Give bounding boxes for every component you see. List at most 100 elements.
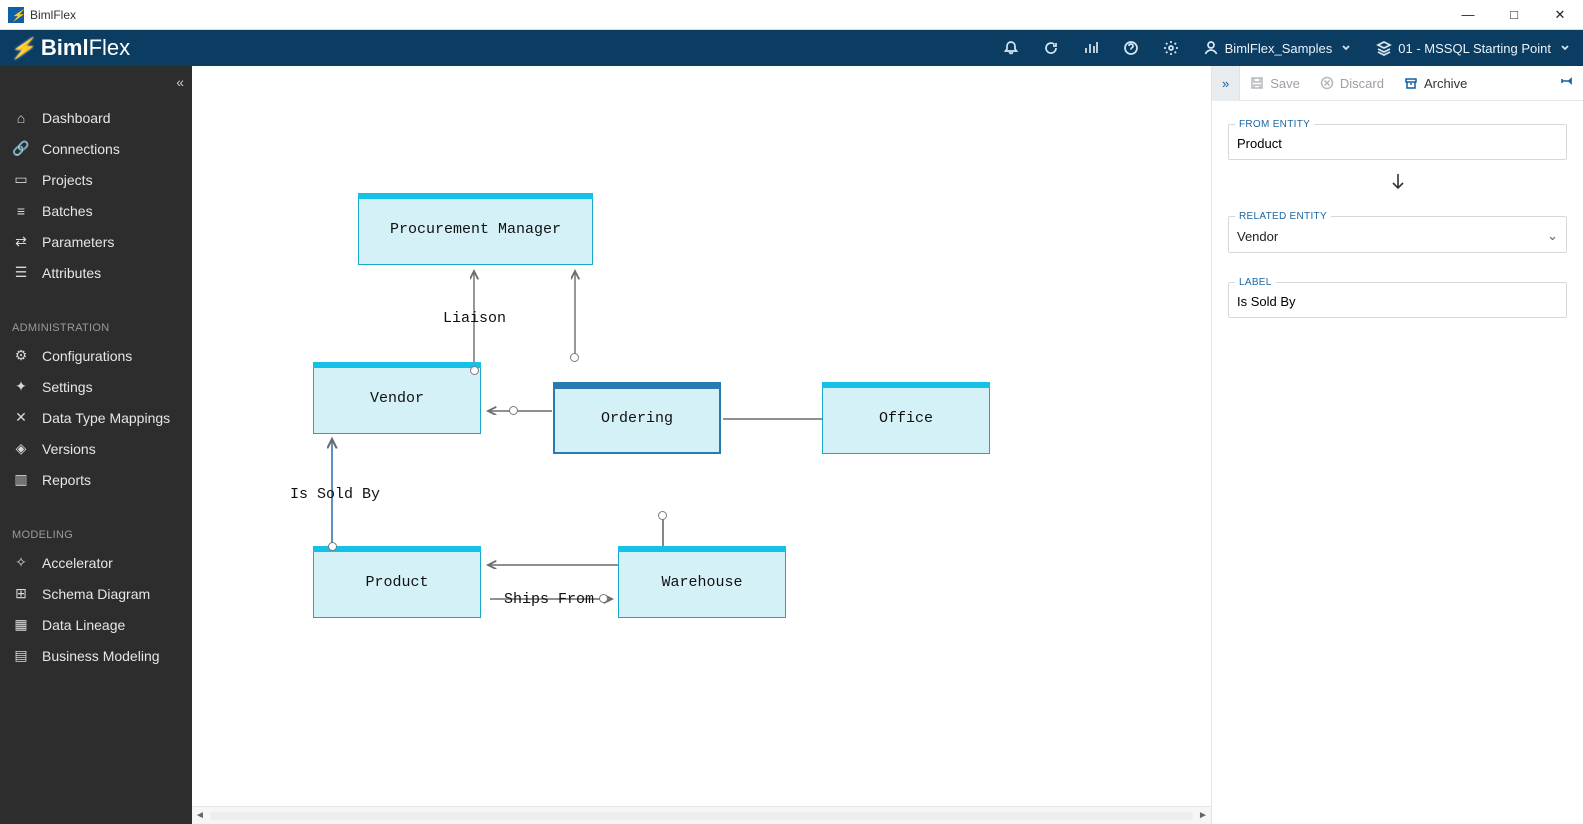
horizontal-scrollbar[interactable]: ◄ ► bbox=[192, 806, 1211, 824]
panel-expand-button[interactable]: » bbox=[1212, 66, 1240, 101]
sidebar-item-reports[interactable]: ▥ Reports bbox=[0, 464, 192, 495]
window-titlebar: ⚡ BimlFlex — □ ✕ bbox=[0, 0, 1583, 30]
chevron-down-icon: ⌄ bbox=[1547, 228, 1558, 244]
sidebar-item-projects[interactable]: ▭ Projects bbox=[0, 164, 192, 195]
connector-handle[interactable] bbox=[599, 594, 608, 603]
customer-dropdown[interactable]: BimlFlex_Samples bbox=[1191, 30, 1365, 66]
discard-button[interactable]: Discard bbox=[1310, 66, 1394, 101]
sidebar-item-label: Attributes bbox=[42, 265, 101, 281]
node-label: Vendor bbox=[370, 390, 424, 407]
minimize-button[interactable]: — bbox=[1445, 0, 1491, 30]
sidebar-item-configurations[interactable]: ⚙ Configurations bbox=[0, 340, 192, 371]
sidebar-item-connections[interactable]: 🔗Connections bbox=[0, 133, 192, 164]
sidebar-item-attributes[interactable]: ☰Attributes bbox=[0, 257, 192, 288]
from-entity-field[interactable]: FROM ENTITY bbox=[1228, 119, 1567, 160]
sidebar-item-label: Schema Diagram bbox=[42, 586, 150, 602]
settings-icon: ✦ bbox=[12, 378, 30, 395]
node-label: Office bbox=[879, 410, 933, 427]
save-icon bbox=[1250, 76, 1264, 90]
scroll-track[interactable] bbox=[210, 812, 1193, 820]
connector-handle[interactable] bbox=[658, 511, 667, 520]
node-office[interactable]: Office bbox=[822, 382, 990, 454]
user-icon bbox=[1203, 40, 1219, 56]
sidebar-item-batches[interactable]: ≡Batches bbox=[0, 195, 192, 226]
brand-text-2: Flex bbox=[89, 35, 131, 61]
pin-icon bbox=[1559, 74, 1573, 88]
archive-button[interactable]: Archive bbox=[1394, 66, 1477, 101]
close-button[interactable]: ✕ bbox=[1537, 0, 1583, 30]
edge-label-issoldby: Is Sold By bbox=[290, 486, 380, 503]
sidebar-item-label: Configurations bbox=[42, 348, 132, 364]
node-procurement-manager[interactable]: Procurement Manager bbox=[358, 193, 593, 265]
node-label: Ordering bbox=[601, 410, 673, 427]
sidebar-item-accelerator[interactable]: ✧ Accelerator bbox=[0, 547, 192, 578]
reports-icon: ▥ bbox=[12, 471, 30, 488]
home-icon: ⌂ bbox=[12, 110, 30, 126]
versions-icon: ◈ bbox=[12, 440, 30, 457]
connector-handle[interactable] bbox=[328, 542, 337, 551]
sidebar-item-label: Reports bbox=[42, 472, 91, 488]
help-icon[interactable] bbox=[1111, 30, 1151, 66]
archive-icon bbox=[1404, 76, 1418, 90]
diagram-canvas[interactable]: Procurement Manager Vendor Ordering Offi… bbox=[192, 66, 1211, 824]
scroll-left-icon[interactable]: ◄ bbox=[192, 810, 208, 821]
node-product[interactable]: Product bbox=[313, 546, 481, 618]
sidebar-item-schemadiagram[interactable]: ⊞Schema Diagram bbox=[0, 578, 192, 609]
archive-label: Archive bbox=[1424, 76, 1467, 91]
discard-icon bbox=[1320, 76, 1334, 90]
sidebar-item-label: Settings bbox=[42, 379, 93, 395]
node-label: Product bbox=[365, 574, 428, 591]
from-entity-input[interactable] bbox=[1237, 136, 1558, 151]
app-logo-icon: ⚡ bbox=[8, 7, 24, 23]
label-field[interactable]: LABEL bbox=[1228, 277, 1567, 318]
save-label: Save bbox=[1270, 76, 1300, 91]
sidebar-collapse-button[interactable]: « bbox=[176, 74, 184, 90]
related-entity-value: Vendor bbox=[1237, 229, 1278, 244]
sidebar-item-businessmodeling[interactable]: ▤Business Modeling bbox=[0, 640, 192, 671]
refresh-icon[interactable] bbox=[1031, 30, 1071, 66]
accelerator-icon: ✧ bbox=[12, 554, 30, 571]
related-entity-legend: RELATED ENTITY bbox=[1235, 211, 1331, 222]
node-warehouse[interactable]: Warehouse bbox=[618, 546, 786, 618]
brand: ⚡ BimlFlex bbox=[0, 35, 130, 61]
sidebar-item-label: Batches bbox=[42, 203, 93, 219]
settings-top-icon[interactable] bbox=[1151, 30, 1191, 66]
projects-icon: ▭ bbox=[12, 171, 30, 188]
sidebar-item-label: Versions bbox=[42, 441, 96, 457]
sidebar-item-label: Data Type Mappings bbox=[42, 410, 170, 426]
business-icon: ▤ bbox=[12, 647, 30, 664]
related-entity-field[interactable]: RELATED ENTITY Vendor ⌄ bbox=[1228, 211, 1567, 253]
window-title: BimlFlex bbox=[30, 8, 76, 22]
node-ordering[interactable]: Ordering bbox=[553, 382, 721, 454]
customer-label: BimlFlex_Samples bbox=[1225, 41, 1333, 56]
connector-handle[interactable] bbox=[570, 353, 579, 362]
configurations-icon: ⚙ bbox=[12, 347, 30, 364]
notifications-icon[interactable] bbox=[991, 30, 1031, 66]
save-button[interactable]: Save bbox=[1240, 66, 1310, 101]
sidebar-item-label: Accelerator bbox=[42, 555, 113, 571]
lineage-icon: ▦ bbox=[12, 616, 30, 633]
label-legend: LABEL bbox=[1235, 277, 1276, 288]
sidebar: « ⌂Dashboard 🔗Connections ▭ Projects ≡Bat… bbox=[0, 66, 192, 824]
pin-button[interactable] bbox=[1549, 74, 1583, 93]
label-input[interactable] bbox=[1237, 294, 1558, 309]
connector-handle[interactable] bbox=[509, 406, 518, 415]
sidebar-group-modeling: MODELING bbox=[0, 523, 192, 547]
sidebar-item-settings[interactable]: ✦ Settings bbox=[0, 371, 192, 402]
reports-top-icon[interactable] bbox=[1071, 30, 1111, 66]
sidebar-item-parameters[interactable]: ⇄Parameters bbox=[0, 226, 192, 257]
version-dropdown[interactable]: 01 - MSSQL Starting Point bbox=[1364, 30, 1583, 66]
sidebar-item-versions[interactable]: ◈ Versions bbox=[0, 433, 192, 464]
sidebar-item-datatypemappings[interactable]: ✕Data Type Mappings bbox=[0, 402, 192, 433]
sidebar-item-datalineage[interactable]: ▦Data Lineage bbox=[0, 609, 192, 640]
connector-handle[interactable] bbox=[470, 366, 479, 375]
node-vendor[interactable]: Vendor bbox=[313, 362, 481, 434]
maximize-button[interactable]: □ bbox=[1491, 0, 1537, 30]
relation-arrow-icon bbox=[1228, 172, 1567, 197]
panel-form: FROM ENTITY RELATED ENTITY Vendor ⌄ LABE… bbox=[1212, 101, 1583, 360]
sidebar-item-label: Projects bbox=[42, 172, 93, 188]
node-label: Procurement Manager bbox=[390, 221, 561, 238]
scroll-right-icon[interactable]: ► bbox=[1195, 810, 1211, 821]
sidebar-item-dashboard[interactable]: ⌂Dashboard bbox=[0, 102, 192, 133]
from-entity-legend: FROM ENTITY bbox=[1235, 119, 1314, 130]
